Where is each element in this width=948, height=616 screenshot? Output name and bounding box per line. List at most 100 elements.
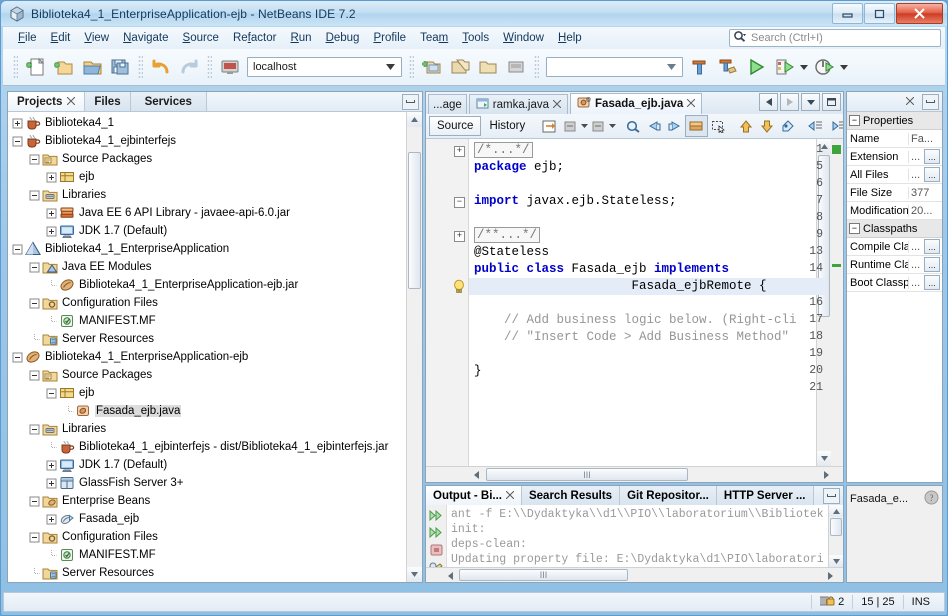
editor-tab-ramka[interactable]: ramka.java — [468, 94, 569, 114]
tree-node[interactable]: GlassFish Server 3+ — [8, 474, 422, 492]
editor-hscroll-left-arrow[interactable] — [474, 470, 479, 482]
expand-node-icon[interactable] — [46, 514, 57, 525]
project-tree-scroll-thumb[interactable] — [408, 152, 421, 289]
minimize-projects-panel-button[interactable] — [402, 93, 419, 110]
toggle-bookmark-icon[interactable] — [685, 115, 709, 137]
toolbar-grip[interactable] — [13, 55, 18, 79]
close-icon[interactable] — [552, 99, 562, 110]
tab-list-icon[interactable] — [801, 93, 820, 111]
menu-profile[interactable]: Profile — [366, 30, 413, 46]
shift-line-left-icon[interactable] — [804, 116, 825, 136]
expand-fold-icon[interactable]: + — [454, 146, 465, 157]
editor-tab-page[interactable]: ...age — [428, 94, 467, 114]
output-scroll-down-arrow[interactable] — [829, 555, 843, 567]
tree-node[interactable]: Fasada_ejb — [8, 510, 422, 528]
open-project-icon[interactable] — [78, 53, 106, 81]
property-row[interactable]: Compile Clas...... — [847, 238, 942, 256]
tree-node[interactable]: Enterprise Beans — [8, 492, 422, 510]
minimize-output-panel-button[interactable] — [823, 487, 840, 504]
run-config-combo[interactable] — [546, 57, 683, 77]
menu-source[interactable]: Source — [176, 30, 226, 46]
collapse-node-icon[interactable] — [29, 154, 40, 165]
menu-team[interactable]: Team — [413, 30, 455, 46]
next-bookmark-icon[interactable] — [664, 116, 685, 136]
maximize-button[interactable] — [864, 3, 895, 24]
code-line[interactable]: // "Insert Code > Add Business Method" — [474, 330, 789, 344]
expand-node-icon[interactable] — [46, 172, 57, 183]
output-hscroll-thumb[interactable]: III — [459, 569, 628, 581]
editor-hscroll-right-arrow[interactable] — [824, 470, 829, 482]
run-project-icon[interactable] — [742, 53, 770, 81]
toolbar-grip-3[interactable] — [207, 55, 212, 79]
tree-node[interactable]: Java EE 6 API Library - javaee-api-6.0.j… — [8, 204, 422, 222]
toggle-rect-selection-icon[interactable] — [708, 116, 729, 136]
property-value[interactable]: 377 — [909, 187, 942, 199]
collapse-fold-icon[interactable]: − — [454, 197, 465, 208]
code-line[interactable]: public class Fasada_ejb implements — [474, 262, 729, 276]
tree-node[interactable]: ejb — [8, 384, 422, 402]
output-hscroll-left-arrow[interactable] — [448, 571, 453, 583]
save-all-icon[interactable] — [106, 53, 134, 81]
code-line[interactable]: /**...*/ — [474, 227, 541, 243]
close-icon[interactable] — [905, 96, 915, 108]
property-value[interactable]: Fa... — [909, 133, 942, 145]
stop-icon[interactable] — [426, 541, 446, 558]
property-group-header[interactable]: − Properties — [847, 112, 942, 130]
help-icon[interactable]: ? — [924, 490, 939, 508]
profile-project-icon[interactable] — [810, 53, 838, 81]
redo-icon[interactable] — [175, 53, 203, 81]
tree-node[interactable]: Biblioteka4_1_EnterpriseApplication — [8, 240, 422, 258]
back-icon[interactable] — [560, 116, 581, 136]
editor-annotation-bar[interactable] — [830, 139, 843, 466]
tree-node[interactable]: MANIFEST.MF — [8, 546, 422, 564]
property-value[interactable]: ...... — [909, 257, 942, 272]
tree-node[interactable]: Configuration Files — [8, 528, 422, 546]
rerun-icon[interactable] — [426, 507, 446, 524]
tab-projects[interactable]: Projects — [8, 92, 86, 111]
tree-node[interactable]: JDK 1.7 (Default) — [8, 456, 422, 474]
collapse-node-icon[interactable] — [29, 532, 40, 543]
property-row[interactable]: Name Fa... — [847, 130, 942, 148]
code-line[interactable]: @Stateless — [474, 245, 549, 259]
code-line[interactable]: } — [474, 364, 482, 378]
tree-node[interactable]: Fasada_ejb.java — [8, 402, 422, 420]
property-value[interactable]: ...... — [909, 239, 942, 254]
editor-hscroll-thumb[interactable]: III — [486, 468, 688, 481]
properties-table[interactable]: − Properties Name Fa... Extension...... All F… — [847, 112, 942, 482]
menu-navigate[interactable]: Navigate — [116, 30, 175, 46]
code-line[interactable]: import javax.ejb.Stateless; — [474, 194, 677, 208]
open-folder-icon[interactable] — [474, 53, 502, 81]
tree-node[interactable]: Biblioteka4_1_ejbinterfejs - dist/Biblio… — [8, 438, 422, 456]
menu-help[interactable]: Help — [551, 30, 589, 46]
minimize-button[interactable] — [832, 3, 863, 24]
tree-node[interactable]: Biblioteka4_1_EnterpriseApplication-ejb.… — [8, 276, 422, 294]
editor-gutter[interactable] — [426, 139, 469, 466]
new-ejb-icon[interactable] — [418, 53, 446, 81]
rerun-with-different-parameters-icon[interactable] — [426, 524, 446, 541]
tree-node[interactable]: Biblioteka4_1 — [8, 114, 422, 132]
scroll-left-icon[interactable] — [759, 93, 778, 111]
property-value[interactable]: ...... — [909, 275, 942, 290]
menu-window[interactable]: Window — [496, 30, 551, 46]
profile-dropdown-icon[interactable] — [838, 53, 850, 81]
tab-http-server[interactable]: HTTP Server ... — [716, 486, 814, 505]
scroll-right-icon[interactable] — [780, 93, 799, 111]
menu-refactor[interactable]: Refactor — [226, 30, 283, 46]
collapse-node-icon[interactable] — [29, 496, 40, 507]
expand-node-icon[interactable] — [12, 118, 23, 129]
hint-bulb-icon[interactable] — [452, 279, 466, 297]
code-line[interactable]: package ejb; — [474, 160, 564, 174]
output-scroll-thumb[interactable] — [830, 518, 842, 536]
tree-node[interactable]: Server Resources — [8, 330, 422, 348]
tree-node[interactable]: Libraries — [8, 186, 422, 204]
collapse-node-icon[interactable] — [12, 136, 23, 147]
tab-git-repository[interactable]: Git Repositor... — [620, 486, 717, 505]
property-editor-button[interactable]: ... — [924, 149, 940, 164]
expand-node-icon[interactable] — [46, 460, 57, 471]
find-selection-icon[interactable] — [622, 116, 643, 136]
search-input[interactable]: Search (Ctrl+I) — [729, 29, 941, 47]
collapse-node-icon[interactable] — [29, 424, 40, 435]
close-icon[interactable] — [686, 98, 696, 109]
expand-node-icon[interactable] — [46, 478, 57, 489]
collapse-node-icon[interactable] — [46, 388, 57, 399]
